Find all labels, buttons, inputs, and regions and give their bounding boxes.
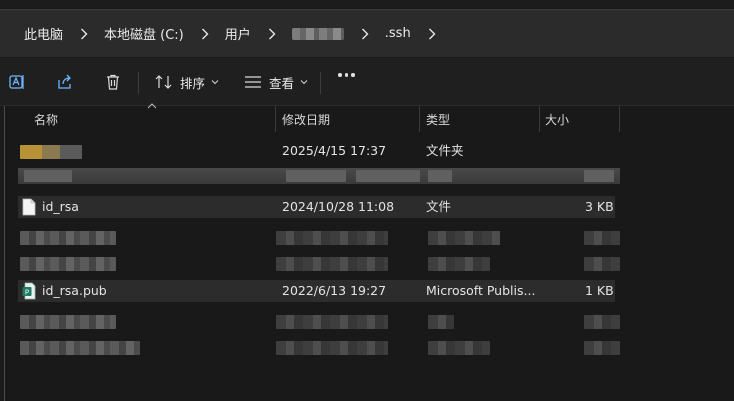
svg-text:P: P <box>25 288 29 296</box>
chevron-right-icon[interactable] <box>357 26 373 42</box>
table-row[interactable]: P id_rsa.pub 2022/6/13 19:27 Microsoft P… <box>18 280 615 302</box>
chevron-down-icon <box>300 80 308 85</box>
column-size[interactable]: 大小 <box>545 111 569 128</box>
file-modified: 2024/10/28 11:08 <box>282 199 395 214</box>
view-button[interactable]: 查看 <box>244 70 308 94</box>
file-size: 3 KB <box>585 199 614 214</box>
file-size: 1 KB <box>585 283 614 298</box>
toolbar-separator <box>138 72 139 94</box>
breadcrumb-local-disk[interactable]: 本地磁盘 (C:) <box>104 24 184 43</box>
redacted-row[interactable] <box>18 252 620 274</box>
breadcrumb-ssh[interactable]: .ssh <box>385 26 411 41</box>
breadcrumb-this-pc[interactable]: 此电脑 <box>24 24 63 43</box>
column-divider[interactable] <box>539 106 540 132</box>
file-type: 文件 <box>426 199 452 214</box>
chevron-right-icon[interactable] <box>424 26 440 42</box>
file-explorer-window: 此电脑 本地磁盘 (C:) 用户 .ssh 排序 查看 名称 修改日期 类型 大… <box>0 0 734 401</box>
file-name: id_rsa <box>42 199 79 214</box>
more-options-icon[interactable] <box>338 73 355 77</box>
file-modified: 2025/4/15 17:37 <box>282 143 387 158</box>
publisher-icon: P <box>22 282 36 300</box>
breadcrumb: 此电脑 本地磁盘 (C:) 用户 .ssh <box>0 10 452 57</box>
view-label: 查看 <box>269 75 295 91</box>
table-row[interactable]: id_rsa 2024/10/28 11:08 文件 3 KB <box>18 196 615 218</box>
list-view-icon <box>245 76 261 88</box>
redacted-row[interactable] <box>18 168 620 184</box>
file-name: id_rsa.pub <box>42 283 107 298</box>
delete-icon[interactable] <box>103 72 123 92</box>
redacted-row[interactable] <box>18 310 620 332</box>
column-type[interactable]: 类型 <box>426 111 450 128</box>
column-divider[interactable] <box>275 106 276 132</box>
column-modified[interactable]: 修改日期 <box>282 111 330 128</box>
column-header: 名称 修改日期 类型 大小 <box>0 103 734 132</box>
navigation-pane-edge[interactable] <box>0 106 5 401</box>
toolbar-separator <box>320 72 321 94</box>
sort-button[interactable]: 排序 <box>155 70 219 94</box>
table-row[interactable]: 2025/4/15 17:37 文件夹 <box>18 140 615 162</box>
sort-ascending-icon <box>147 103 157 109</box>
sort-icon <box>155 75 172 89</box>
breadcrumb-username-redacted[interactable] <box>291 27 344 40</box>
share-icon[interactable] <box>55 72 75 92</box>
chevron-right-icon[interactable] <box>264 26 280 42</box>
command-bar: 排序 查看 <box>0 58 734 106</box>
file-list: 名称 修改日期 类型 大小 2025/4/15 17:37 文件夹 id_rsa… <box>0 103 734 401</box>
column-divider[interactable] <box>619 106 620 132</box>
file-modified: 2022/6/13 19:27 <box>282 283 387 298</box>
rename-icon[interactable] <box>7 72 27 92</box>
redacted-row[interactable] <box>18 336 620 358</box>
chevron-right-icon[interactable] <box>76 26 92 42</box>
chevron-down-icon <box>211 80 219 85</box>
folder-name-redacted <box>20 145 82 159</box>
address-bar[interactable]: 此电脑 本地磁盘 (C:) 用户 .ssh <box>0 9 734 57</box>
title-strip <box>0 0 734 8</box>
column-name[interactable]: 名称 <box>34 111 58 128</box>
breadcrumb-users[interactable]: 用户 <box>225 24 251 43</box>
document-icon <box>22 198 36 216</box>
file-type: 文件夹 <box>426 143 464 158</box>
column-divider[interactable] <box>419 106 420 132</box>
chevron-right-icon[interactable] <box>197 26 213 42</box>
file-type: Microsoft Publis... <box>426 283 536 298</box>
sort-label: 排序 <box>180 75 206 91</box>
redacted-row[interactable] <box>18 226 620 248</box>
